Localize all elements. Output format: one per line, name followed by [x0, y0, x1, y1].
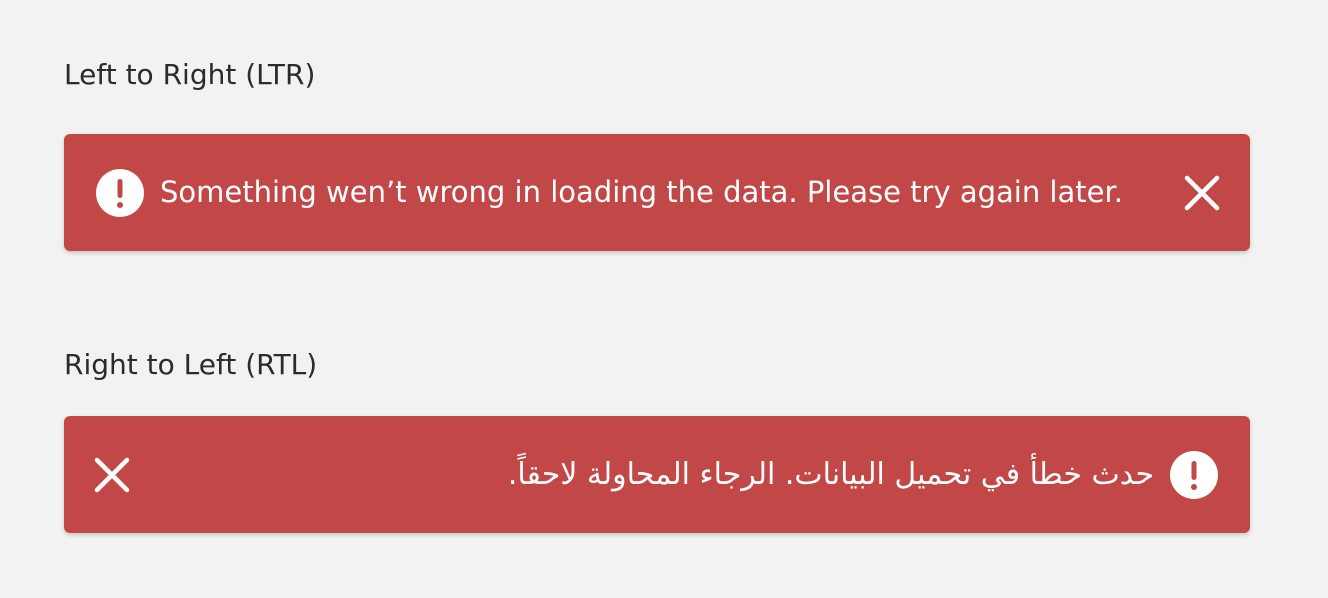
exclamation-circle-icon [1170, 451, 1218, 499]
exclamation-circle-icon [96, 169, 144, 217]
ltr-section-title: Left to Right (LTR) [64, 58, 316, 91]
rtl-alert-message: حدث خطأ في تحميل البيانات. الرجاء المحاو… [507, 457, 1154, 492]
rtl-section-title: Right to Left (RTL) [64, 348, 318, 381]
ltr-error-alert: Something wen’t wrong in loading the dat… [64, 134, 1250, 251]
close-icon[interactable] [1182, 173, 1222, 213]
close-icon[interactable] [92, 455, 132, 495]
ltr-alert-message: Something wen’t wrong in loading the dat… [160, 175, 1123, 209]
rtl-error-alert: حدث خطأ في تحميل البيانات. الرجاء المحاو… [64, 416, 1250, 533]
